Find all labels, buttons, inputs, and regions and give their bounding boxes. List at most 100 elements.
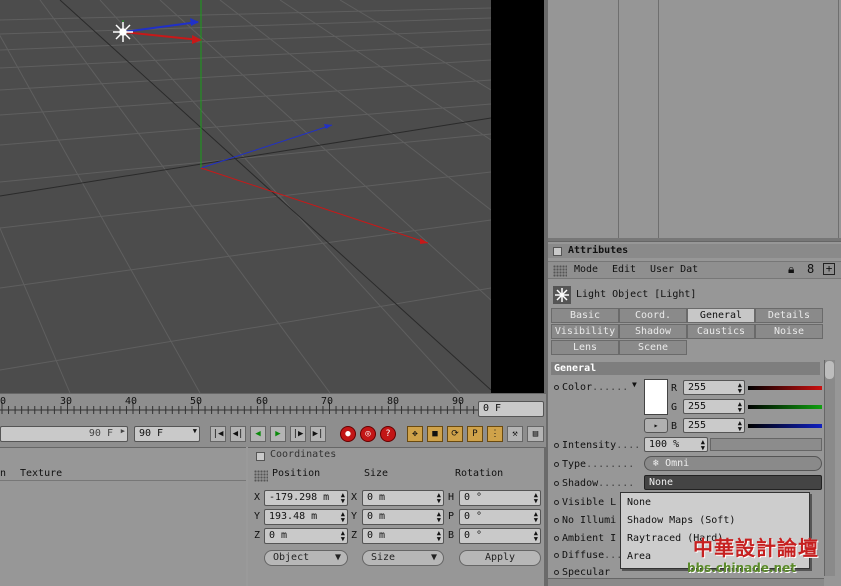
size-x-field[interactable]: 0 m ▲ ▼ [362, 490, 444, 506]
b-field[interactable]: 255 ▲ ▼ [683, 418, 745, 433]
size-y-field[interactable]: 0 m ▲ ▼ [362, 509, 444, 525]
spinner-icon[interactable]: ▲ ▼ [437, 492, 441, 505]
color-swatch[interactable] [644, 379, 668, 415]
tools-icon[interactable]: ⚒ [507, 426, 523, 442]
scrollbar-thumb[interactable] [825, 361, 834, 379]
spinner-icon[interactable]: ▲ ▼ [738, 382, 742, 395]
pos-x-field[interactable]: -179.298 m ▲ ▼ [264, 490, 348, 506]
goto-end-button[interactable]: ▶| [310, 426, 326, 442]
lock-icon[interactable]: 🔒︎ [788, 262, 794, 277]
r-field[interactable]: 255 ▲ ▼ [683, 380, 745, 395]
r-slider[interactable] [748, 386, 822, 390]
spinner-icon[interactable]: ▲ ▼ [437, 530, 441, 543]
shadow-option-area[interactable]: Area [627, 549, 651, 565]
rotation-header: Rotation [455, 468, 504, 479]
object-list-panel[interactable] [548, 0, 841, 241]
timeline-ruler[interactable]: 0 30 40 50 60 70 80 90 [0, 393, 546, 421]
spinner-icon[interactable]: ▲ ▼ [701, 439, 705, 452]
keyframe-dot-icon[interactable] [554, 461, 559, 467]
record-icon[interactable]: ● [340, 426, 356, 442]
tab-basic[interactable]: Basic [551, 308, 619, 323]
tab-caustics[interactable]: Caustics [687, 324, 755, 339]
spin-arrow-icon[interactable]: ▶ [121, 428, 125, 435]
rotate-key-icon[interactable]: ⟳ [447, 426, 463, 442]
pos-y-field[interactable]: 193.48 m ▲ ▼ [264, 509, 348, 525]
keyframe-help-icon[interactable]: ? [380, 426, 396, 442]
new-panel-icon[interactable]: + [823, 263, 835, 275]
spinner-icon[interactable]: ▲ ▼ [534, 511, 538, 524]
tab-general[interactable]: General [687, 308, 755, 323]
max-frame-field[interactable]: 90 F ▼ [134, 426, 200, 442]
spinner-icon[interactable]: ▲ ▼ [437, 511, 441, 524]
spinner-icon[interactable]: ▲ ▼ [738, 401, 742, 414]
move-key-icon[interactable]: ✥ [407, 426, 423, 442]
spinner-icon[interactable]: ▲ ▼ [341, 511, 345, 524]
keyframe-dot-icon[interactable] [554, 569, 559, 575]
pos-z-value: 0 m [269, 530, 288, 541]
spin-arrow-icon[interactable]: ▼ [193, 428, 197, 435]
coordinates-panel-checkbox[interactable] [256, 452, 265, 461]
keyframe-dot-icon[interactable] [554, 442, 559, 448]
g-slider[interactable] [748, 405, 822, 409]
b-label: B [671, 421, 678, 432]
pos-z-field[interactable]: 0 m ▲ ▼ [264, 528, 348, 544]
grip-icon[interactable] [254, 470, 268, 482]
spinner-icon[interactable]: ▲ ▼ [534, 530, 538, 543]
shadow-label: Shadow...... [554, 478, 634, 489]
size-mode-dropdown[interactable]: Size ▼ [362, 550, 444, 566]
tab-scene[interactable]: Scene [619, 340, 687, 355]
apply-button[interactable]: Apply [459, 550, 541, 566]
type-dropdown[interactable]: ❄︎ Omni [644, 456, 822, 471]
spinner-icon[interactable]: ▲ ▼ [341, 492, 345, 505]
next-key-button[interactable]: |▶ [290, 426, 306, 442]
attributes-panel-checkbox[interactable] [553, 247, 562, 256]
tab-visibility[interactable]: Visibility [551, 324, 619, 339]
tab-noise[interactable]: Noise [755, 324, 823, 339]
shadow-dropdown[interactable]: None [644, 475, 822, 490]
play-forward-button[interactable]: ▶ [270, 426, 286, 442]
light-icon[interactable] [113, 22, 133, 42]
tab-shadow[interactable]: Shadow [619, 324, 687, 339]
keyframe-dot-icon[interactable] [554, 552, 559, 558]
rot-h-field[interactable]: 0 ° ▲ ▼ [459, 490, 541, 506]
pla-key-icon[interactable]: ⋮ [487, 426, 503, 442]
tab-coord[interactable]: Coord. [619, 308, 687, 323]
document-icon[interactable]: ▤ [527, 426, 544, 442]
keyframe-dot-icon[interactable] [554, 517, 559, 523]
spinner-icon[interactable]: ▲ ▼ [738, 420, 742, 433]
link-icon[interactable]: 8 [807, 262, 814, 276]
b-slider[interactable] [748, 424, 822, 428]
keyframe-dot-icon[interactable] [554, 535, 559, 541]
autokey-icon[interactable]: ◎ [360, 426, 376, 442]
rot-b-field[interactable]: 0 ° ▲ ▼ [459, 528, 541, 544]
g-field[interactable]: 255 ▲ ▼ [683, 399, 745, 414]
prev-key-button[interactable]: ◀| [230, 426, 246, 442]
scale-key-icon[interactable]: ■ [427, 426, 443, 442]
goto-start-button[interactable]: |◀ [210, 426, 226, 442]
color-expand-button[interactable]: ▸ [644, 418, 668, 433]
spinner-icon[interactable]: ▲ ▼ [341, 530, 345, 543]
intensity-field[interactable]: 100 % ▲ ▼ [644, 437, 708, 452]
size-z-field[interactable]: 0 m ▲ ▼ [362, 528, 444, 544]
spinner-icon[interactable]: ▲ ▼ [534, 492, 538, 505]
coord-mode-dropdown[interactable]: Object ▼ [264, 550, 348, 566]
menu-mode[interactable]: Mode [574, 264, 598, 275]
keyframe-dot-icon[interactable] [554, 499, 559, 505]
menu-edit[interactable]: Edit [612, 264, 636, 275]
param-key-icon[interactable]: P [467, 426, 483, 442]
color-menu-arrow-icon[interactable]: ▼ [632, 380, 637, 389]
grip-icon[interactable] [553, 265, 567, 277]
current-frame-field[interactable]: 0 F [478, 401, 544, 417]
rot-p-field[interactable]: 0 ° ▲ ▼ [459, 509, 541, 525]
end-frame-field[interactable]: 90 F ▶ [0, 426, 128, 442]
shadow-option-none[interactable]: None [627, 495, 651, 511]
play-backward-button[interactable]: ◀ [250, 426, 266, 442]
menu-user-data[interactable]: User Dat [650, 264, 698, 275]
keyframe-dot-icon[interactable] [554, 384, 559, 390]
intensity-slider[interactable] [710, 438, 822, 451]
shadow-option-shadow-maps[interactable]: Shadow Maps (Soft) [627, 513, 735, 529]
keyframe-dot-icon[interactable] [554, 480, 559, 486]
3d-viewport[interactable] [0, 0, 491, 393]
tab-details[interactable]: Details [755, 308, 823, 323]
tab-lens[interactable]: Lens [551, 340, 619, 355]
